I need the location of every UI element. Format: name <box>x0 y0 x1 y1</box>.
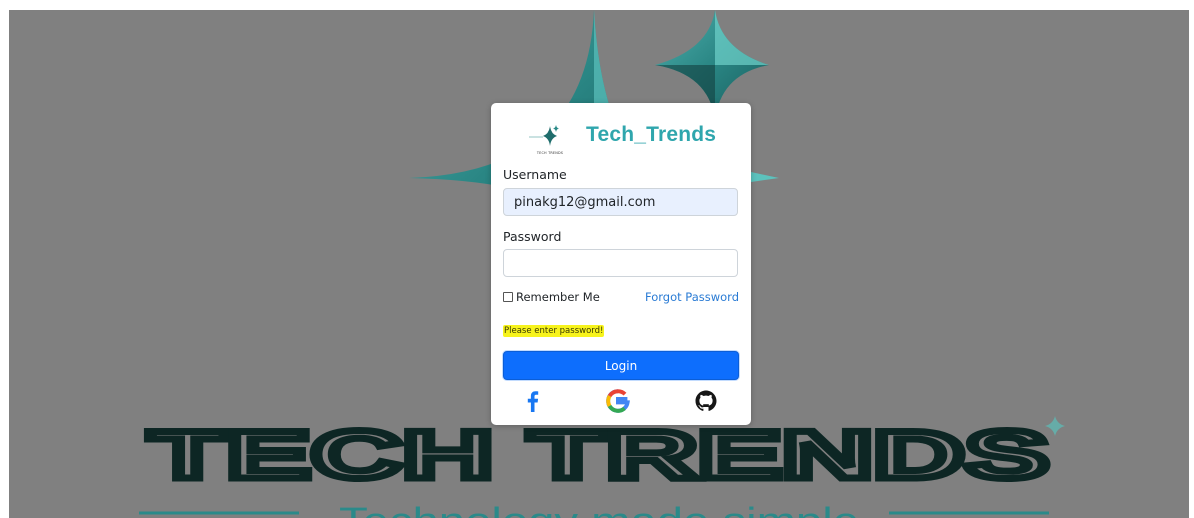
username-label: Username <box>503 167 567 182</box>
tech-trends-logo: TECH TRENDS <box>525 123 575 155</box>
login-card: TECH TRENDS Tech_Trends Username Passwor… <box>491 103 751 425</box>
brand-header: TECH TRENDS Tech_Trends <box>491 103 751 165</box>
github-icon <box>695 390 717 411</box>
remember-me[interactable]: Remember Me <box>503 290 600 304</box>
facebook-icon <box>527 391 539 412</box>
background-tagline: Technology made simple <box>339 501 859 518</box>
background-title: TECH TRENDS <box>149 417 1049 493</box>
forgot-password-link[interactable]: Forgot Password <box>645 290 739 304</box>
password-error-message: Please enter password! <box>503 325 605 337</box>
facebook-login-button[interactable] <box>520 388 546 414</box>
brand-name: Tech_Trends <box>586 123 717 146</box>
logo-sparkle-icon <box>529 125 559 146</box>
logo-caption: TECH TRENDS <box>536 151 564 155</box>
password-label: Password <box>503 229 562 244</box>
login-button[interactable]: Login <box>503 351 739 380</box>
username-input[interactable] <box>503 188 738 216</box>
google-icon <box>606 389 630 413</box>
google-login-button[interactable] <box>605 388 631 414</box>
remember-checkbox[interactable] <box>503 292 513 302</box>
password-input[interactable] <box>503 249 738 277</box>
remember-label: Remember Me <box>516 290 600 304</box>
github-login-button[interactable] <box>693 388 719 414</box>
